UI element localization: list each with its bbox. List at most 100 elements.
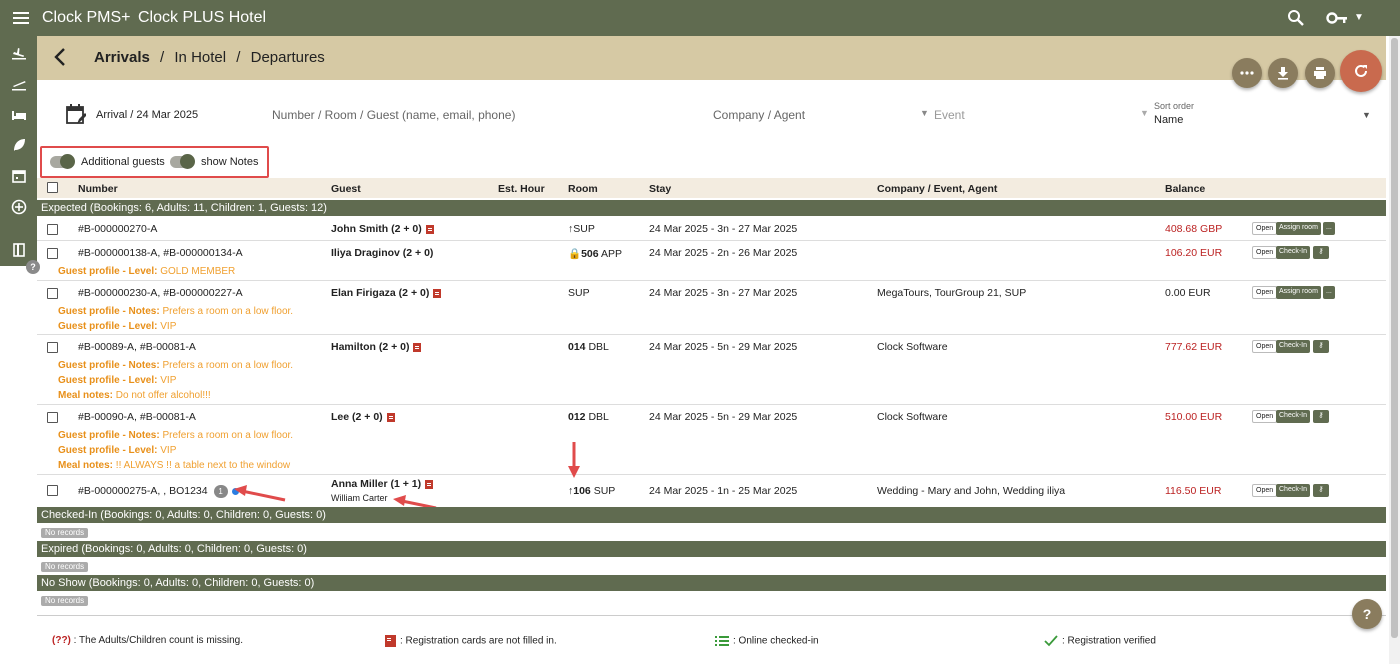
- row-checkbox[interactable]: [47, 288, 58, 299]
- check-in-button[interactable]: Check-In: [1276, 246, 1311, 259]
- row-checkbox[interactable]: [47, 342, 58, 353]
- sort-order-select[interactable]: Name: [1154, 114, 1183, 126]
- open-button[interactable]: Open: [1252, 246, 1278, 259]
- column-stay[interactable]: Stay: [649, 183, 671, 195]
- book-icon[interactable]: [10, 241, 28, 259]
- guest-name[interactable]: Iliya Draginov (2 + 0): [331, 247, 433, 259]
- search-icon[interactable]: [1287, 9, 1305, 27]
- company-agent-input[interactable]: Company / Agent: [713, 108, 805, 122]
- check-in-button[interactable]: Check-In: [1276, 484, 1311, 497]
- booking-number[interactable]: #B-000000138-A, #B-000000134-A: [78, 247, 243, 259]
- guest-name[interactable]: Elan Firigaza (2 + 0): [331, 287, 442, 299]
- breadcrumb-separator: /: [236, 49, 241, 66]
- guest-name[interactable]: Lee (2 + 0): [331, 411, 395, 423]
- booking-number[interactable]: #B-000000275-A, , BO1234 1: [78, 485, 239, 498]
- check-in-button[interactable]: Check-In: [1276, 410, 1311, 423]
- row-checkbox[interactable]: [47, 412, 58, 423]
- key-icon[interactable]: [1326, 10, 1348, 26]
- table-row[interactable]: #B-00089-A, #B-00081-A Hamilton (2 + 0) …: [37, 335, 1386, 405]
- tab-arrivals[interactable]: Arrivals: [94, 49, 150, 66]
- sidebar: ?: [0, 36, 40, 274]
- more-actions-button[interactable]: ...: [1323, 222, 1335, 235]
- room-type: SUP: [573, 223, 595, 235]
- open-button[interactable]: Open: [1252, 286, 1278, 299]
- tab-in-hotel[interactable]: In Hotel: [174, 49, 226, 66]
- back-arrow-icon[interactable]: [54, 48, 66, 66]
- table-row[interactable]: #B-000000138-A, #B-000000134-A Iliya Dra…: [37, 241, 1386, 281]
- download-button[interactable]: [1268, 58, 1298, 88]
- show-notes-toggle[interactable]: [170, 154, 195, 169]
- row-checkbox[interactable]: [47, 485, 58, 496]
- row-checkbox[interactable]: [47, 224, 58, 235]
- key-icon[interactable]: ⚷: [1313, 410, 1329, 423]
- guest-name-text: Lee (2 + 0): [331, 411, 383, 423]
- column-company[interactable]: Company / Event, Agent: [877, 183, 997, 195]
- refresh-button[interactable]: [1340, 50, 1382, 92]
- table-row[interactable]: #B-00090-A, #B-00081-A Lee (2 + 0) 012 D…: [37, 405, 1386, 475]
- bed-icon[interactable]: [10, 106, 28, 124]
- print-button[interactable]: [1305, 58, 1335, 88]
- search-input[interactable]: Number / Room / Guest (name, email, phon…: [272, 108, 515, 122]
- hotel-name[interactable]: Clock PLUS Hotel: [138, 9, 266, 27]
- table-row[interactable]: #B-000000270-A John Smith (2 + 0) ↑SUP 2…: [37, 217, 1386, 241]
- note-value: VIP: [160, 321, 177, 332]
- check-in-button[interactable]: Check-In: [1276, 340, 1311, 353]
- annotation-arrow: [568, 442, 580, 478]
- select-all-checkbox[interactable]: [47, 182, 58, 193]
- more-actions-button[interactable]: ...: [1323, 286, 1335, 299]
- row-checkbox[interactable]: [47, 248, 58, 259]
- additional-guest-name[interactable]: William Carter: [331, 493, 388, 503]
- guest-name[interactable]: Hamilton (2 + 0): [331, 341, 422, 353]
- account-dropdown-icon[interactable]: ▼: [1354, 12, 1364, 23]
- column-number[interactable]: Number: [78, 183, 118, 195]
- key-icon[interactable]: ⚷: [1313, 246, 1329, 259]
- booking-number[interactable]: #B-00090-A, #B-00081-A: [78, 411, 196, 423]
- column-balance[interactable]: Balance: [1165, 183, 1205, 195]
- add-circle-icon[interactable]: [10, 198, 28, 216]
- room-cell: 🔒506 APP: [568, 247, 622, 260]
- open-button[interactable]: Open: [1252, 410, 1278, 423]
- sort-order-chevron-icon[interactable]: ▼: [1362, 110, 1371, 120]
- assign-room-button[interactable]: Assign room: [1276, 286, 1321, 299]
- booking-number[interactable]: #B-00089-A, #B-00081-A: [78, 341, 196, 353]
- open-button[interactable]: Open: [1252, 484, 1278, 497]
- scrollbar[interactable]: [1389, 36, 1400, 664]
- key-icon[interactable]: ⚷: [1313, 340, 1329, 353]
- sort-dropdown-icon[interactable]: ▼: [1140, 108, 1149, 118]
- company-event: Clock Software: [877, 341, 948, 353]
- additional-guests-toggle[interactable]: [50, 154, 75, 169]
- arrivals-icon[interactable]: [10, 44, 28, 62]
- departures-icon[interactable]: [10, 75, 28, 93]
- table-row[interactable]: #B-000000230-A, #B-000000227-A Elan Firi…: [37, 281, 1386, 335]
- column-est-hour[interactable]: Est. Hour: [498, 183, 545, 195]
- guest-name[interactable]: John Smith (2 + 0): [331, 223, 434, 235]
- arrival-date-filter[interactable]: Arrival / 24 Mar 2025: [96, 109, 198, 121]
- booking-number[interactable]: #B-000000230-A, #B-000000227-A: [78, 287, 243, 299]
- no-records-label: No records: [41, 596, 89, 606]
- more-options-button[interactable]: [1232, 58, 1262, 88]
- key-icon[interactable]: ⚷: [1313, 484, 1329, 497]
- calendar-edit-icon[interactable]: [66, 104, 86, 126]
- event-dropdown-icon[interactable]: ▼: [920, 108, 929, 118]
- group-no-show: No Show (Bookings: 0, Adults: 0, Childre…: [37, 575, 1386, 591]
- open-button[interactable]: Open: [1252, 340, 1278, 353]
- column-guest[interactable]: Guest: [331, 183, 361, 195]
- scrollbar-thumb[interactable]: [1391, 38, 1398, 638]
- help-button[interactable]: ?: [1352, 599, 1382, 629]
- column-room[interactable]: Room: [568, 183, 598, 195]
- open-button[interactable]: Open: [1252, 222, 1278, 235]
- legend-text: : Registration verified: [1062, 635, 1156, 647]
- event-select[interactable]: Event: [934, 108, 965, 122]
- sort-order-label: Sort order: [1154, 101, 1195, 111]
- calendar-icon[interactable]: [10, 167, 28, 185]
- assign-room-button[interactable]: Assign room: [1276, 222, 1321, 235]
- company-event: MegaTours, TourGroup 21, SUP: [877, 287, 1027, 299]
- stay-dates: 24 Mar 2025 - 3n - 27 Mar 2025: [649, 287, 798, 299]
- guest-name[interactable]: Anna Miller (1 + 1): [331, 478, 434, 490]
- menu-icon[interactable]: [12, 9, 30, 27]
- tab-departures[interactable]: Departures: [251, 49, 325, 66]
- booking-number[interactable]: #B-000000270-A: [78, 223, 157, 235]
- stay-dates: 24 Mar 2025 - 2n - 26 Mar 2025: [649, 247, 798, 259]
- leaf-icon[interactable]: [10, 136, 28, 154]
- note-label: Meal notes:: [58, 390, 114, 401]
